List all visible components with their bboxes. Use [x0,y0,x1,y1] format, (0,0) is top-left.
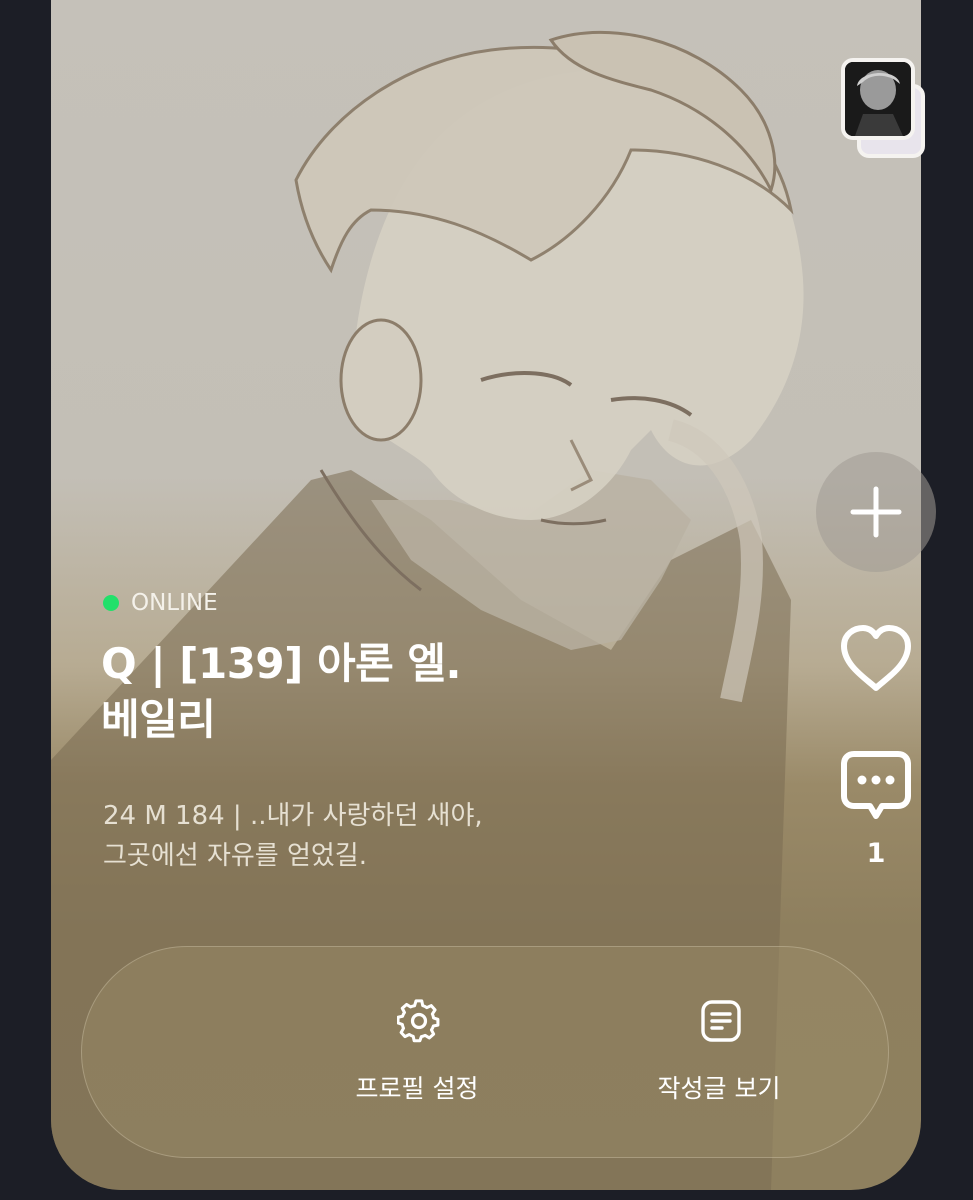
comment-count: 1 [866,838,886,869]
online-status: ONLINE [103,590,218,616]
profile-title: Q | [139] 아론 엘. 베일리 [101,636,701,748]
view-posts-button[interactable]: 작성글 보기 [594,947,844,1159]
heart-icon [841,625,911,691]
profile-description: 24 M 184 | ..내가 사랑하던 새야, 그곳에선 자유를 얻었길. [103,796,723,876]
profile-settings-label: 프로필 설정 [355,1074,479,1103]
comment-button[interactable] [838,748,914,824]
bottom-action-bar: 프로필 설정 작성글 보기 [81,946,889,1158]
online-indicator-dot [103,595,119,611]
gear-icon [397,999,440,1043]
like-button[interactable] [838,624,914,694]
online-status-label: ONLINE [131,590,218,616]
document-icon [701,1000,741,1042]
story-thumbnail-stack[interactable] [841,58,925,158]
view-posts-label: 작성글 보기 [657,1074,781,1103]
profile-title-line-2: 베일리 [101,695,216,744]
avatar-image [845,62,911,136]
profile-title-line-1: Q | [139] 아론 엘. [101,639,461,688]
add-button[interactable] [816,452,936,572]
profile-description-line-1: 24 M 184 | ..내가 사랑하던 새야, [103,801,483,831]
speech-bubble-icon [841,751,911,819]
profile-description-line-2: 그곳에선 자유를 얻었길. [103,841,367,871]
plus-icon [850,486,902,538]
profile-settings-button[interactable]: 프로필 설정 [292,947,542,1159]
story-thumbnail-primary[interactable] [841,58,915,140]
